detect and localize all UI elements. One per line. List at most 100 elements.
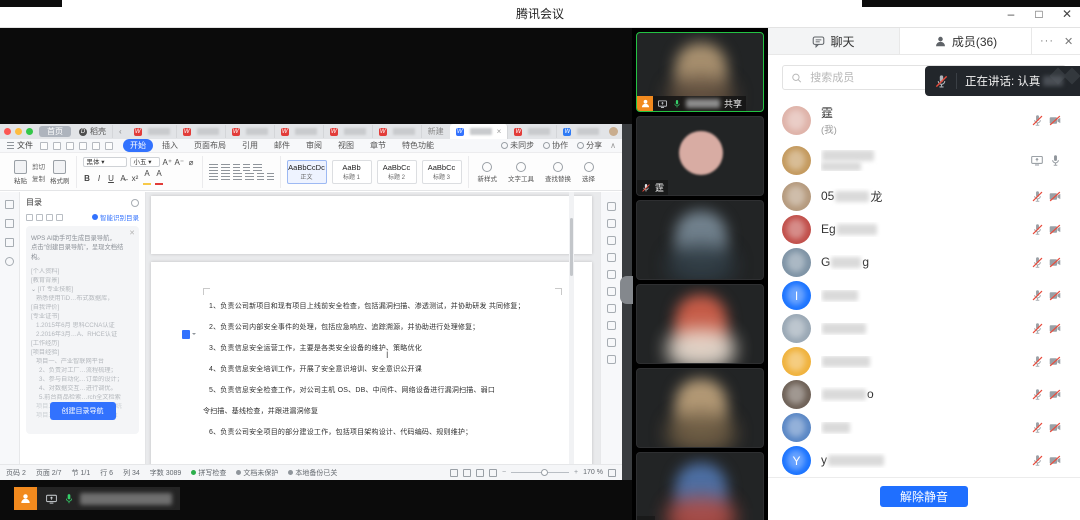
member-audio-status-icon[interactable] <box>1028 114 1046 127</box>
shading-icon[interactable] <box>266 173 274 180</box>
member-audio-status-icon[interactable] <box>1028 421 1046 434</box>
editing-tool-button[interactable]: 文字工具 <box>505 161 537 183</box>
status-item[interactable]: 字数 3089 <box>150 468 182 478</box>
member-video-status-icon[interactable] <box>1046 355 1064 368</box>
member-video-status-icon[interactable] <box>1046 421 1064 434</box>
editing-tool-button[interactable]: 选择 <box>579 161 598 183</box>
member-row[interactable]: 05 龙 <box>768 180 1080 213</box>
unmute-button[interactable]: 解除静音 <box>880 486 968 507</box>
wps-doc-tab[interactable]: W D 稻壳 × <box>73 125 113 138</box>
ribbon-tab[interactable]: 页面布局 <box>187 139 233 152</box>
copy-button[interactable]: 复制 <box>32 173 45 183</box>
outline-tool-icon[interactable] <box>36 213 43 221</box>
member-video-status-icon[interactable] <box>1046 388 1064 401</box>
maximize-light-icon[interactable] <box>26 128 33 135</box>
ribbon-tab[interactable]: 引用 <box>235 139 265 152</box>
outline-mode-icon[interactable] <box>475 468 484 477</box>
minimize-button[interactable]: – <box>1004 7 1018 21</box>
member-video-status-icon[interactable] <box>1046 154 1064 167</box>
save-icon[interactable] <box>40 141 48 150</box>
profile-icon[interactable] <box>607 338 616 347</box>
highlight-button[interactable]: A <box>143 169 152 187</box>
comment-icon[interactable] <box>607 253 616 262</box>
read-mode-icon[interactable] <box>462 468 471 477</box>
outline-tool-icon[interactable] <box>46 213 53 221</box>
video-tile[interactable] <box>636 284 764 364</box>
quick-access-toolbar[interactable] <box>40 141 113 150</box>
outline-item[interactable]: [个人资料] <box>31 268 134 277</box>
zoom-in-button[interactable]: + <box>574 469 578 476</box>
tab-close-icon[interactable]: × <box>497 127 502 136</box>
ribbon-tab[interactable]: 插入 <box>155 139 185 152</box>
smart-toc-link[interactable]: 智能识别目录 <box>92 212 139 222</box>
style-preset[interactable]: AaBb 标题 1 <box>331 160 372 184</box>
justify-icon[interactable] <box>244 173 254 180</box>
outline-item[interactable]: [教育背景] <box>31 277 134 286</box>
window-traffic-lights[interactable] <box>4 128 33 135</box>
outline-panel-icon[interactable] <box>5 200 14 209</box>
pen-tool-icon[interactable] <box>607 202 616 211</box>
ribbon-tab[interactable]: 开始 <box>123 139 153 152</box>
clear-format-icon[interactable]: ⌀ <box>187 158 196 167</box>
align-right-icon[interactable] <box>232 173 242 180</box>
wps-account-avatar[interactable] <box>609 127 618 136</box>
stamp-icon[interactable] <box>607 236 616 245</box>
close-button[interactable]: ✕ <box>1060 7 1074 21</box>
cut-button[interactable]: 剪切 <box>32 161 45 171</box>
number-list-icon[interactable] <box>220 164 230 171</box>
wps-doc-tab[interactable]: W D × <box>557 125 605 138</box>
member-audio-status-icon[interactable] <box>1028 289 1046 302</box>
strikethrough-button[interactable]: A̶ <box>119 174 128 183</box>
member-audio-status-icon[interactable] <box>1028 454 1046 467</box>
bookmark-icon[interactable] <box>5 238 14 247</box>
create-toc-button[interactable]: 创建目录导航 <box>49 402 116 420</box>
ribbon-tab[interactable]: 章节 <box>363 139 393 152</box>
ribbon-tab[interactable]: 审阅 <box>299 139 329 152</box>
status-item[interactable]: 文档未保护 <box>236 468 278 478</box>
member-row[interactable]: Eg <box>768 213 1080 246</box>
ribbon-tab[interactable]: 特色功能 <box>395 139 441 152</box>
outline-tool-icon[interactable] <box>26 213 33 221</box>
sort-icon[interactable] <box>252 164 262 171</box>
member-video-status-icon[interactable] <box>1046 190 1064 203</box>
gear-icon[interactable] <box>131 198 139 207</box>
member-row[interactable]: Y y <box>768 444 1080 476</box>
bullet-list-icon[interactable] <box>208 164 218 171</box>
check-icon[interactable] <box>607 287 616 296</box>
font-color-button[interactable]: A <box>155 169 164 187</box>
member-row[interactable] <box>768 140 1080 180</box>
status-item[interactable]: 页面 2/7 <box>36 468 62 478</box>
wps-doc-tab[interactable]: W D × <box>128 125 177 138</box>
member-row[interactable] <box>768 345 1080 378</box>
share-tool-icon[interactable] <box>607 355 616 364</box>
member-video-status-icon[interactable] <box>1046 322 1064 335</box>
wps-doc-tab[interactable]: W D 首页 × <box>39 126 71 137</box>
decrease-indent-icon[interactable] <box>232 164 240 171</box>
document-area[interactable]: 1、负责公司新项目和现有项目上线前安全检查，包括漏洞扫描、渗透测试，并协助研发 … <box>146 192 598 464</box>
align-left-icon[interactable] <box>208 173 218 180</box>
member-audio-status-icon[interactable] <box>1028 355 1046 368</box>
video-panel-collapse-handle[interactable] <box>620 276 633 304</box>
maximize-button[interactable]: □ <box>1032 7 1046 21</box>
member-audio-status-icon[interactable] <box>1028 190 1046 203</box>
status-item[interactable]: 拼写检查 <box>191 468 226 478</box>
member-row[interactable]: G g <box>768 246 1080 279</box>
minimize-light-icon[interactable] <box>15 128 22 135</box>
settings-icon[interactable] <box>607 321 616 330</box>
font-name-select[interactable]: 黑体 ▾ <box>82 157 127 167</box>
wps-doc-tab[interactable]: W D × <box>275 125 324 138</box>
status-item[interactable]: 列 34 <box>123 468 140 478</box>
format-painter-button[interactable]: 格式刷 <box>50 159 70 185</box>
style-preset[interactable]: AaBbCc 标题 2 <box>376 160 417 184</box>
member-video-status-icon[interactable] <box>1046 289 1064 302</box>
outline-tool-icon[interactable] <box>56 213 63 221</box>
member-row[interactable] <box>768 312 1080 345</box>
zoom-level[interactable]: 170 % <box>583 469 603 476</box>
output-icon[interactable] <box>53 141 61 150</box>
outline-item[interactable]: [工作经历] <box>31 340 134 349</box>
bold-button[interactable]: B <box>83 174 92 183</box>
tab-members[interactable]: 成员(36) <box>900 28 1032 54</box>
outline-item[interactable]: [自我评价] <box>31 304 134 313</box>
close-light-icon[interactable] <box>4 128 11 135</box>
ribbon-tab[interactable]: 邮件 <box>267 139 297 152</box>
